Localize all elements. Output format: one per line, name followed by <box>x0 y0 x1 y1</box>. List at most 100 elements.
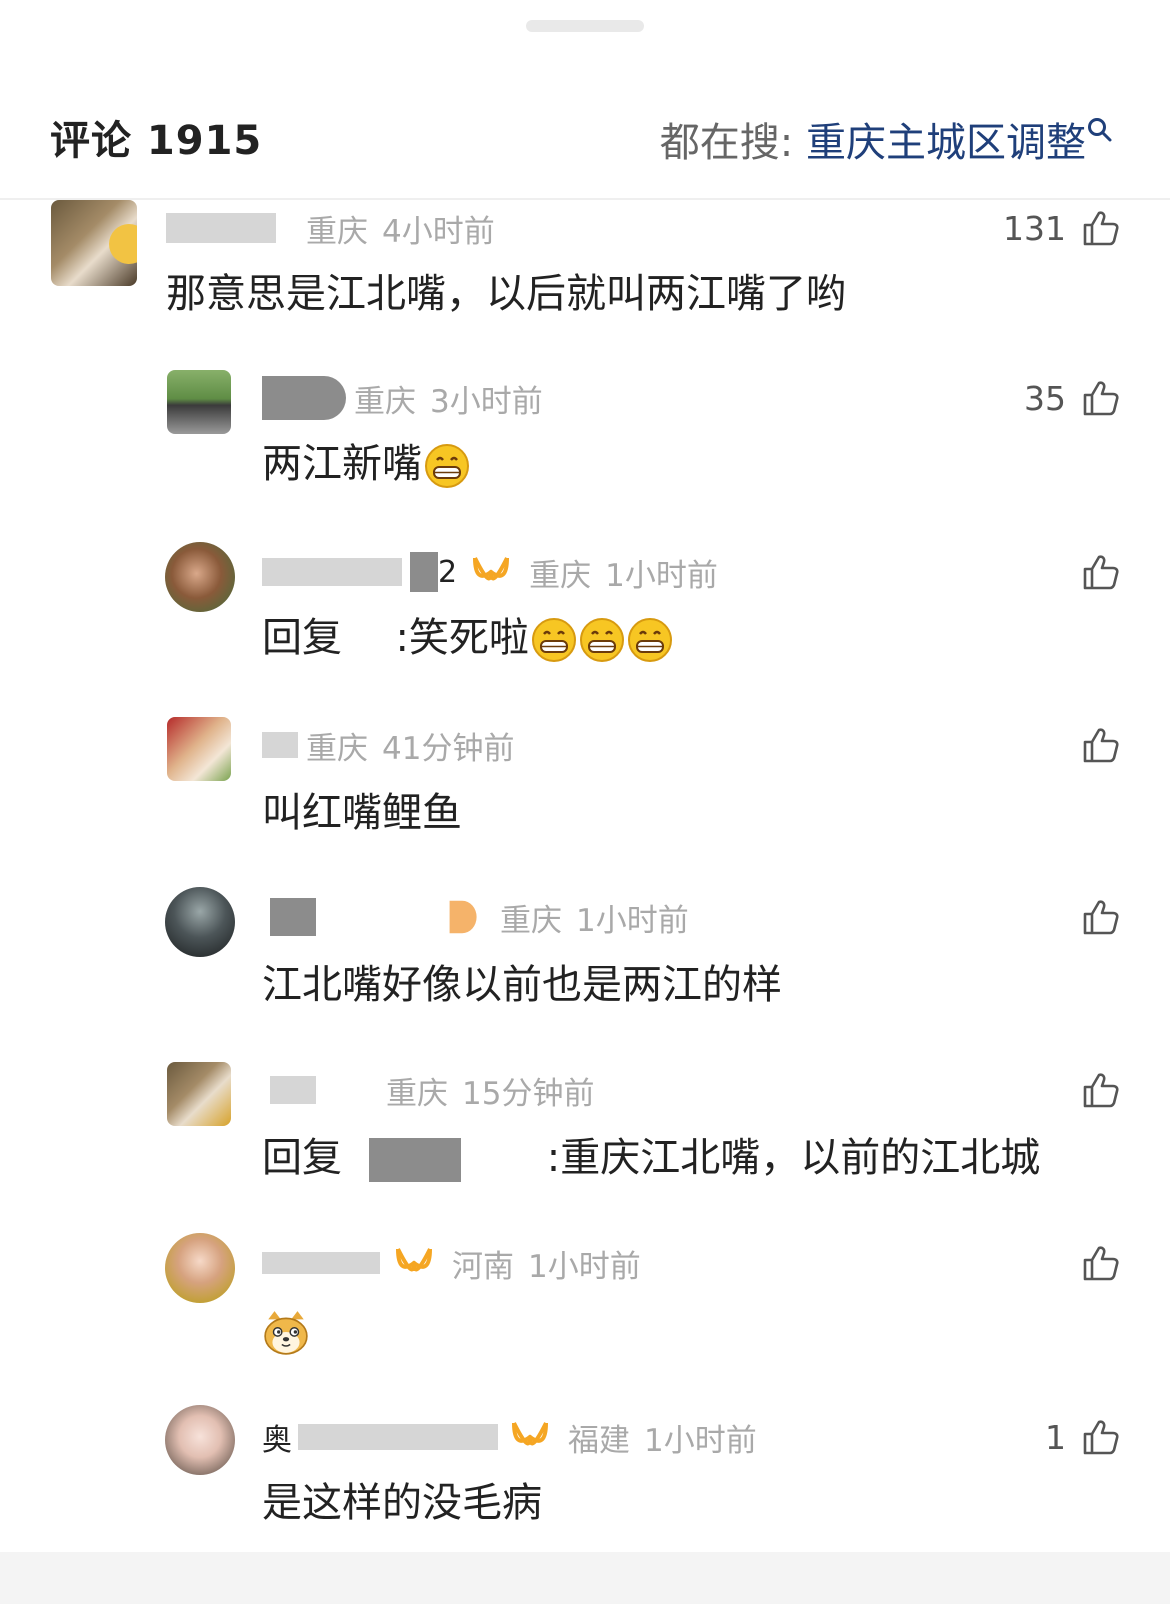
reply-item: 重庆 1小时前 江北嘴好像以前也是两江的样 <box>0 887 1170 1027</box>
comment-time: 1小时前 <box>605 557 718 594</box>
comment-time: 1小时前 <box>528 1248 641 1285</box>
comment-region: 重庆 <box>354 383 416 420</box>
vip-badge-icon <box>449 900 477 934</box>
comment-meta: 重庆 15分钟前 <box>270 1068 594 1112</box>
comment-region: 重庆 <box>500 902 562 939</box>
comment-meta: 重庆 1小时前 <box>270 895 689 939</box>
comment-time: 1小时前 <box>644 1422 757 1459</box>
username-redacted <box>262 558 402 586</box>
search-term-link[interactable]: 重庆主城区调整 <box>806 120 1086 166</box>
username[interactable]: 奥 <box>262 1415 292 1459</box>
comment-time: 3小时前 <box>430 383 543 420</box>
avatar[interactable] <box>165 542 235 612</box>
username-redacted <box>262 1252 380 1274</box>
comment-text-body: 两江新嘴 <box>262 441 422 487</box>
thumbs-up-icon <box>1083 1420 1119 1455</box>
grinning-emoji <box>579 618 624 662</box>
comment-meta: 重庆 3小时前 <box>262 376 543 420</box>
grinning-emoji <box>425 444 469 488</box>
vip-badge-icon <box>473 557 510 581</box>
comment-text: 回复 :重庆江北嘴，以前的江北城 <box>262 1134 1040 1182</box>
vip-badge-icon <box>396 1248 432 1272</box>
comment-time: 41分钟前 <box>382 730 515 767</box>
comment-region: 重庆 <box>306 213 368 250</box>
like-button[interactable] <box>1080 723 1120 767</box>
username-redacted <box>298 1424 498 1450</box>
like-count: 131 <box>1003 208 1066 248</box>
username[interactable]: 2 <box>438 555 457 590</box>
username-redacted <box>262 376 346 420</box>
sheet-drag-handle[interactable] <box>526 20 644 32</box>
comment-time: 15分钟前 <box>462 1075 595 1112</box>
like-button[interactable] <box>1080 550 1120 594</box>
like-button[interactable]: 131 <box>1003 206 1120 250</box>
comment-time: 1小时前 <box>576 902 689 939</box>
thumbs-up-icon <box>1083 555 1119 590</box>
search-prefix: 都在搜: <box>659 120 794 166</box>
trending-search[interactable]: 都在搜: 重庆主城区调整 <box>660 110 1086 168</box>
thumbs-up-icon <box>1083 728 1119 763</box>
vip-badge-icon <box>512 1422 548 1446</box>
avatar[interactable] <box>167 1062 231 1126</box>
avatar[interactable] <box>165 1233 235 1303</box>
comment-region: 福建 <box>568 1422 630 1459</box>
username-redacted <box>410 552 438 592</box>
comment-region: 重庆 <box>386 1075 448 1112</box>
grinning-emoji <box>627 618 672 662</box>
username-redacted <box>368 1138 461 1182</box>
reply-item: 2 重庆 1小时前 回复 :笑死啦 <box>0 542 1170 682</box>
comment-text <box>262 1307 310 1357</box>
like-button[interactable]: 1 <box>1045 1415 1120 1459</box>
comment-text-body: :笑死啦 <box>395 615 529 661</box>
reply-item: 重庆 41分钟前 叫红嘴鲤鱼 <box>0 717 1170 857</box>
comment-text: 那意思是江北嘴，以后就叫两江嘴了哟 <box>166 271 846 317</box>
reply-item: 奥 福建 1小时前 1 是这样的没毛病 <box>0 1405 1170 1545</box>
reply-item: 河南 1小时前 <box>0 1233 1170 1373</box>
username-redacted <box>270 898 316 936</box>
comments-header: 评论 1915 都在搜: 重庆主城区调整 <box>0 80 1170 198</box>
grinning-emoji <box>531 618 576 662</box>
avatar[interactable] <box>165 887 235 957</box>
search-icon[interactable] <box>1086 116 1114 144</box>
like-button[interactable]: 35 <box>1024 376 1120 420</box>
comment-region: 重庆 <box>529 557 592 594</box>
avatar[interactable] <box>167 717 231 781</box>
like-button[interactable] <box>1080 895 1120 939</box>
like-count: 35 <box>1024 378 1066 418</box>
comment-text-body: :重庆江北嘴，以前的江北城 <box>546 1135 1041 1181</box>
avatar[interactable] <box>165 1405 235 1475</box>
username-redacted <box>270 1076 316 1104</box>
comment-time: 4小时前 <box>382 213 495 250</box>
comment-meta: 重庆 4小时前 <box>166 206 495 250</box>
reply-item: 重庆 3小时前 35 两江新嘴 <box>0 370 1170 510</box>
like-count: 1 <box>1045 1417 1066 1457</box>
bottom-bar <box>0 1552 1170 1604</box>
comment-text: 是这样的没毛病 <box>262 1480 542 1526</box>
thumbs-up-icon <box>1083 1246 1119 1281</box>
comment-text: 江北嘴好像以前也是两江的样 <box>262 962 782 1008</box>
avatar[interactable] <box>51 200 137 286</box>
username-redacted <box>166 213 276 243</box>
thumbs-up-icon <box>1083 211 1119 246</box>
reply-item: 重庆 15分钟前 回复 :重庆江北嘴，以前的江北城 <box>0 1062 1170 1202</box>
reply-prefix: 回复 <box>262 615 342 661</box>
comment-text: 回复 :笑死啦 <box>262 614 673 663</box>
comment-text: 叫红嘴鲤鱼 <box>262 790 462 836</box>
comment-meta: 奥 福建 1小时前 <box>262 1415 757 1459</box>
comment-meta: 河南 1小时前 <box>262 1241 641 1285</box>
comment-region: 重庆 <box>306 730 368 767</box>
comments-title: 评论 1915 <box>50 118 263 164</box>
comment-text: 两江新嘴 <box>262 440 470 489</box>
comment-meta: 重庆 41分钟前 <box>262 723 514 767</box>
like-button[interactable] <box>1080 1241 1120 1285</box>
avatar[interactable] <box>167 370 231 434</box>
comment-item: 重庆 4小时前 131 那意思是江北嘴，以后就叫两江嘴了哟 <box>0 200 1170 330</box>
thumbs-up-icon <box>1083 900 1119 935</box>
thumbs-up-icon <box>1083 381 1119 416</box>
username-redacted <box>262 732 298 758</box>
reply-prefix: 回复 <box>262 1135 342 1181</box>
thumbs-up-icon <box>1083 1073 1119 1108</box>
like-button[interactable] <box>1080 1068 1120 1112</box>
comment-meta: 2 重庆 1小时前 <box>262 550 718 594</box>
comment-region: 河南 <box>452 1248 514 1285</box>
